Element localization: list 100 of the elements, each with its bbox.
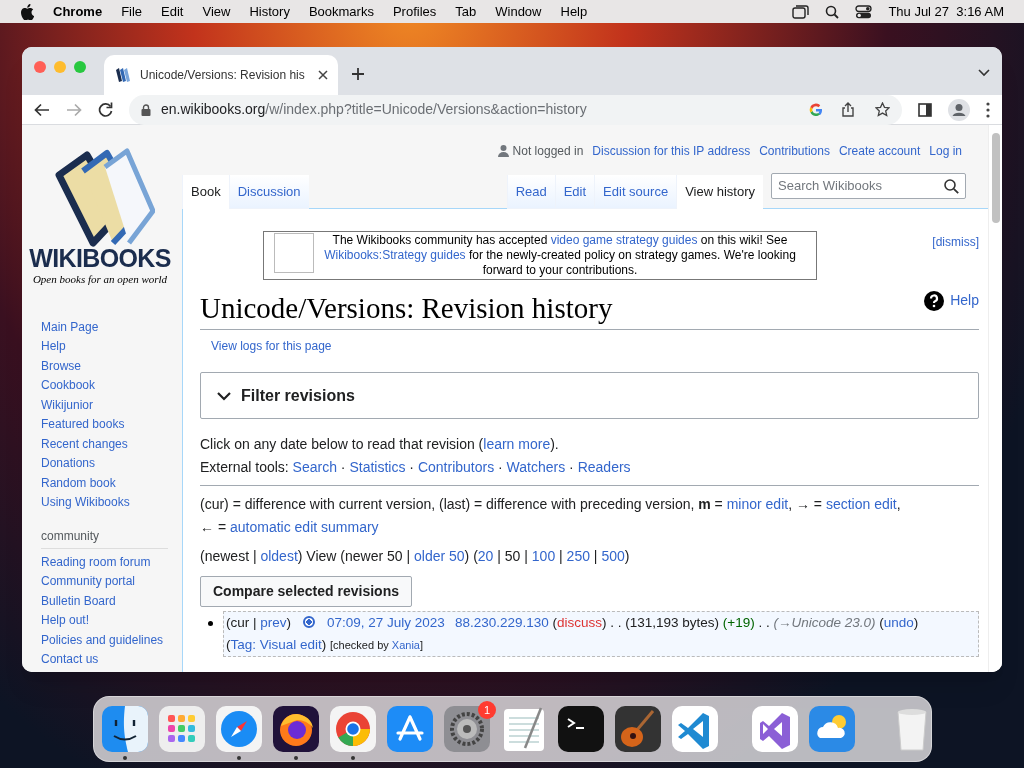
windows-icon[interactable] [792,4,810,19]
menu-item[interactable]: Bookmarks [308,1,374,22]
app-menu[interactable]: Chrome [53,1,103,22]
link[interactable]: Wikibooks:Strategy guides [324,248,466,262]
address-bar[interactable]: en.wikibooks.org/w/index.php?title=Unicode/Versions&action=history [129,94,902,125]
menu-item[interactable]: History [249,1,290,22]
sidebar-link[interactable]: Main Page [41,317,99,337]
menu-item[interactable]: Help [560,1,588,22]
sidebar-link[interactable]: Policies and guidelines [41,630,164,650]
sidebar-link[interactable]: Help [41,337,66,357]
help-link[interactable]: Help [924,290,979,311]
link[interactable]: 88.230.229.130 [454,615,549,630]
link[interactable]: 07:09, 27 July 2023 [327,615,445,630]
sidebar-link[interactable]: Bulletin Board [41,591,116,611]
view-logs-link[interactable]: View logs for this page [211,337,332,355]
sidebar-link[interactable]: Community portal [41,572,136,592]
side-panel-icon[interactable] [918,102,932,117]
page-tab[interactable]: View history [676,175,763,209]
smiling-face-app-icon[interactable] [102,706,148,752]
link[interactable]: undo [883,615,914,630]
revision-radio[interactable] [303,615,316,628]
link[interactable]: discuss [556,615,602,630]
control-center-icon[interactable] [855,4,873,19]
search-icon[interactable] [825,4,840,19]
personal-link[interactable]: Log in [929,142,962,160]
back-arrow-icon[interactable] [34,102,50,117]
more-options-icon[interactable] [986,101,990,118]
menu-item[interactable]: View [202,1,231,22]
sidebar-link[interactable]: Recent changes [41,434,128,454]
sidebar-link[interactable]: Using Wikibooks [41,493,130,513]
terminal-app-icon[interactable] [558,706,604,752]
compass-app-icon[interactable] [216,706,262,752]
link[interactable]: Xania [391,639,420,651]
browser-tab[interactable]: Unicode/Versions: Revision his [104,55,338,95]
link[interactable]: video game strategy guides [550,233,698,247]
profile-avatar-icon[interactable] [948,98,970,121]
sidebar-link[interactable]: Donations [41,454,96,474]
link[interactable]: learn more [483,436,551,452]
sidebar-link[interactable]: Cookbook [41,376,96,396]
link[interactable]: prev [260,615,287,630]
guitar-app-icon[interactable] [615,706,661,752]
user-icon [497,145,509,157]
filter-revisions-toggle[interactable]: Filter revisions [200,372,979,419]
sidebar-link[interactable]: Reading room forum [41,552,151,572]
link[interactable]: Statistics [349,459,406,475]
page-tab[interactable]: Read [506,175,555,209]
personal-link[interactable]: Discussion for this IP address [592,142,751,160]
link[interactable]: section edit [825,496,897,512]
sidebar-link[interactable]: Wikijunior [41,395,93,415]
menu-item[interactable]: Profiles [392,1,437,22]
infinity-app-icon[interactable] [752,706,798,752]
menu-item[interactable]: File [121,1,143,22]
sun-cloud-app-icon[interactable] [809,706,855,752]
link[interactable]: Readers [577,459,631,475]
link[interactable]: Contributors [417,459,495,475]
sidebar-link[interactable]: Contact us [41,650,99,670]
scrollbar-thumb[interactable] [991,133,1000,223]
compare-button[interactable]: Compare selected revisions [200,576,412,607]
google-g-icon [809,102,823,117]
menu-item[interactable]: Window [495,1,542,22]
link[interactable]: 250 [566,548,590,564]
notepad-app-icon[interactable] [501,706,547,752]
dismiss-link[interactable]: [dismiss] [932,233,979,251]
page-tab[interactable]: Edit source [594,175,677,209]
star-icon[interactable] [875,102,890,117]
link[interactable]: automatic edit summary [229,519,379,535]
link[interactable]: Watchers [506,459,566,475]
code-editor-app-icon[interactable] [672,706,718,752]
sidebar-link[interactable]: Browse [41,356,81,376]
letter-a-app-icon[interactable] [387,706,433,752]
search-input[interactable]: Search Wikibooks [778,176,944,196]
chrome-app-icon[interactable] [330,706,376,752]
page-tab[interactable]: Book [182,175,229,209]
apple-icon[interactable] [20,3,34,20]
link[interactable]: older 50 [414,548,465,564]
link[interactable]: Search [292,459,337,475]
sidebar-link[interactable]: Featured books [41,415,125,435]
link[interactable]: Tag: Visual edit [230,637,322,652]
fox-globe-app-icon[interactable] [273,706,319,752]
page-tab[interactable]: Discussion [228,175,309,209]
page-tab[interactable]: Edit [554,175,595,209]
personal-link[interactable]: Create account [838,142,921,160]
link[interactable]: 20 [477,548,494,564]
app-grid-icon[interactable] [159,706,205,752]
sidebar-link[interactable]: Random book [41,473,116,493]
share-icon[interactable] [841,102,855,117]
personal-link[interactable]: Contributions [759,142,830,160]
link[interactable]: 100 [531,548,556,564]
logo-wordmark: WIKIBOOKS [29,245,171,271]
reload-icon[interactable] [98,102,113,117]
sidebar-link[interactable]: Help out! [41,611,90,631]
link[interactable]: 500 [601,548,625,564]
link[interactable]: oldest [260,548,298,564]
gear-app-icon[interactable] [444,706,490,752]
menu-item[interactable]: Tab [455,1,477,22]
close-icon[interactable] [318,70,328,80]
chevron-down-icon[interactable] [978,69,990,77]
search-field[interactable]: Search Wikibooks [771,173,966,199]
menu-item[interactable]: Edit [161,1,184,22]
page-heading: Unicode/Versions: Revision history [200,291,613,325]
